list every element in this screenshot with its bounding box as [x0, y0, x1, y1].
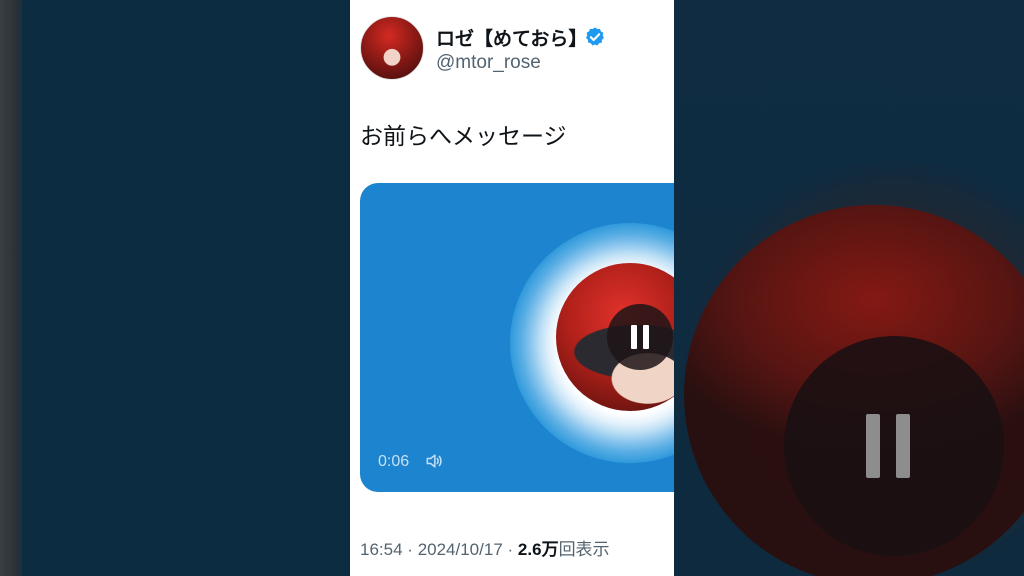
right-blurred-panel — [674, 0, 1024, 576]
pause-icon — [631, 325, 637, 349]
views-number: 2.6 — [517, 540, 542, 559]
right-blurred-pause-button — [784, 336, 1004, 556]
author-avatar[interactable] — [360, 16, 424, 80]
audio-media-card[interactable]: 0:06 — [360, 183, 674, 492]
views-count[interactable]: 2.6万 — [518, 540, 559, 559]
author-handle[interactable]: @mtor_rose — [436, 52, 541, 74]
volume-icon[interactable] — [424, 451, 444, 471]
pause-icon-bar — [643, 325, 649, 349]
views-label: 回表示 — [558, 540, 610, 559]
views-unit: 万 — [541, 540, 559, 559]
meta-separator: · — [407, 540, 413, 559]
media-duration: 0:06 — [378, 453, 410, 470]
verified-badge-icon — [586, 27, 604, 46]
right-blurred-pause-bar — [866, 414, 880, 478]
tweet-time[interactable]: 16:54 — [360, 540, 403, 559]
right-blurred-pause-bar — [896, 414, 910, 478]
tweet-card: ロゼ【めておら】 @mtor_rose お前らへメッセージ 0:06 16:54… — [350, 0, 674, 576]
meta-separator: · — [507, 540, 514, 559]
left-background-card — [22, 0, 362, 576]
author-display-name[interactable]: ロゼ【めておら】 — [436, 24, 587, 51]
tweet-date[interactable]: 2024/10/17 — [418, 540, 503, 559]
tweet-meta: 16:54 · 2024/10/17 · 2.6万回表示 — [360, 535, 610, 560]
tweet-text: お前らへメッセージ — [360, 124, 567, 150]
pause-button[interactable] — [607, 304, 673, 370]
